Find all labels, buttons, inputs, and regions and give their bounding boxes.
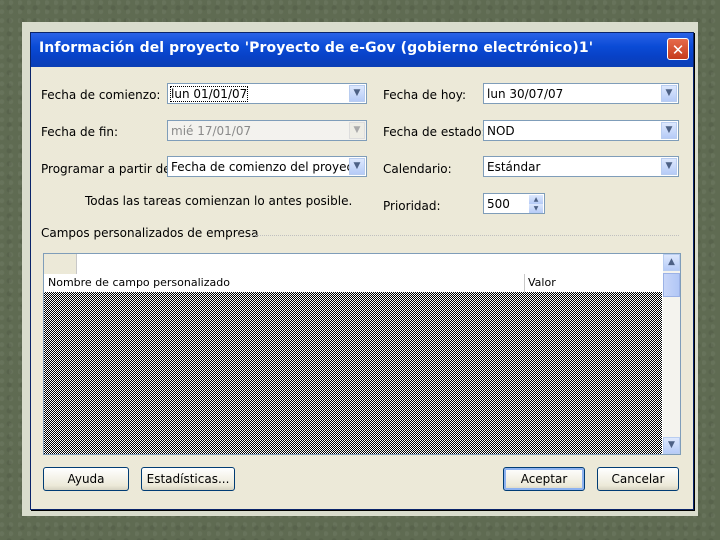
section-divider: [239, 235, 679, 237]
schedule-from-combo[interactable]: Fecha de comienzo del proyecto ▼: [167, 156, 367, 177]
chevron-down-icon[interactable]: ▼: [661, 85, 677, 102]
finish-date-combo: mié 17/01/07 ▼: [167, 120, 367, 141]
chevron-down-icon[interactable]: ▼: [661, 158, 677, 175]
finish-date-label: Fecha de fin:: [41, 125, 119, 139]
scroll-up-icon[interactable]: ▲: [663, 254, 680, 271]
title-bar[interactable]: Información del proyecto 'Proyecto de e-…: [31, 33, 693, 67]
column-header-value[interactable]: Valor: [528, 276, 556, 289]
start-date-value: lun 01/01/07: [169, 86, 249, 102]
grid-edit-row[interactable]: [44, 254, 662, 275]
project-info-dialog: Información del proyecto 'Proyecto de e-…: [30, 32, 694, 510]
help-button[interactable]: Ayuda: [43, 467, 129, 491]
calendar-combo[interactable]: Estándar ▼: [483, 156, 679, 177]
current-date-value: lun 30/07/07: [487, 87, 564, 101]
chevron-down-icon: ▼: [349, 122, 365, 139]
ok-button[interactable]: Aceptar: [503, 467, 585, 491]
calendar-value: Estándar: [487, 160, 541, 174]
schedule-note: Todas las tareas comienzan lo antes posi…: [85, 194, 353, 208]
current-date-label: Fecha de hoy:: [383, 88, 467, 102]
priority-spinner[interactable]: 500 ▲ ▼: [483, 193, 545, 214]
custom-fields-label: Campos personalizados de empresa: [41, 226, 259, 240]
cancel-button[interactable]: Cancelar: [597, 467, 679, 491]
finish-date-value: mié 17/01/07: [171, 124, 252, 138]
status-date-value: NOD: [487, 124, 515, 138]
vertical-scrollbar[interactable]: ▲ ▼: [663, 254, 680, 454]
calendar-label: Calendario:: [383, 162, 452, 176]
status-date-label: Fecha de estado:: [383, 125, 486, 139]
chevron-down-icon[interactable]: ▼: [349, 158, 365, 175]
chevron-down-icon[interactable]: ▼: [349, 85, 365, 102]
status-date-combo[interactable]: NOD ▼: [483, 120, 679, 141]
close-icon: ✕: [671, 41, 685, 59]
chevron-down-icon[interactable]: ▼: [661, 122, 677, 139]
spin-up-icon[interactable]: ▲: [529, 195, 543, 204]
statistics-button[interactable]: Estadísticas...: [141, 467, 235, 491]
schedule-from-value: Fecha de comienzo del proyecto: [171, 160, 366, 174]
close-button[interactable]: ✕: [667, 38, 689, 60]
current-date-combo[interactable]: lun 30/07/07 ▼: [483, 83, 679, 104]
spin-down-icon[interactable]: ▼: [529, 204, 543, 213]
schedule-from-label: Programar a partir de:: [41, 162, 175, 176]
start-date-label: Fecha de comienzo:: [41, 88, 161, 102]
grid-body[interactable]: [44, 292, 662, 454]
priority-label: Prioridad:: [383, 199, 441, 213]
dialog-title: Información del proyecto 'Proyecto de e-…: [39, 40, 594, 56]
grid-header: Nombre de campo personalizado Valor: [44, 274, 662, 293]
start-date-combo[interactable]: lun 01/01/07 ▼: [167, 83, 367, 104]
grid-corner-cell: [44, 254, 77, 274]
column-header-field-name[interactable]: Nombre de campo personalizado: [48, 276, 230, 289]
scroll-thumb[interactable]: [663, 273, 680, 297]
priority-value[interactable]: 500: [487, 197, 510, 211]
column-divider[interactable]: [524, 274, 525, 292]
custom-fields-grid[interactable]: Nombre de campo personalizado Valor ▲ ▼: [43, 253, 681, 455]
scroll-down-icon[interactable]: ▼: [663, 437, 680, 454]
